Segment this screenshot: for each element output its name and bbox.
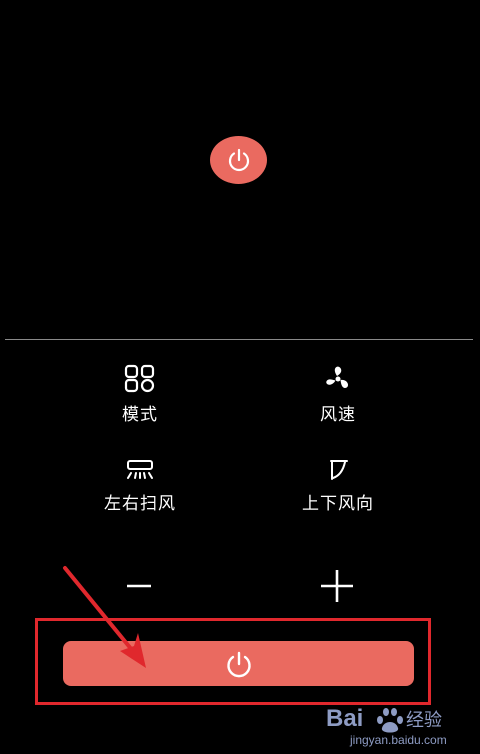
svg-text:jingyan.baidu.com: jingyan.baidu.com <box>349 733 447 747</box>
svg-text:经验: 经验 <box>406 710 442 731</box>
svg-text:Bai: Bai <box>326 705 363 732</box>
baidu-jingyan-watermark: Bai 经验 jingyan.baidu.com <box>322 698 472 750</box>
arrow-annotation-icon <box>63 566 146 668</box>
baidu-logo-icon: Bai 经验 jingyan.baidu.com <box>326 705 447 747</box>
